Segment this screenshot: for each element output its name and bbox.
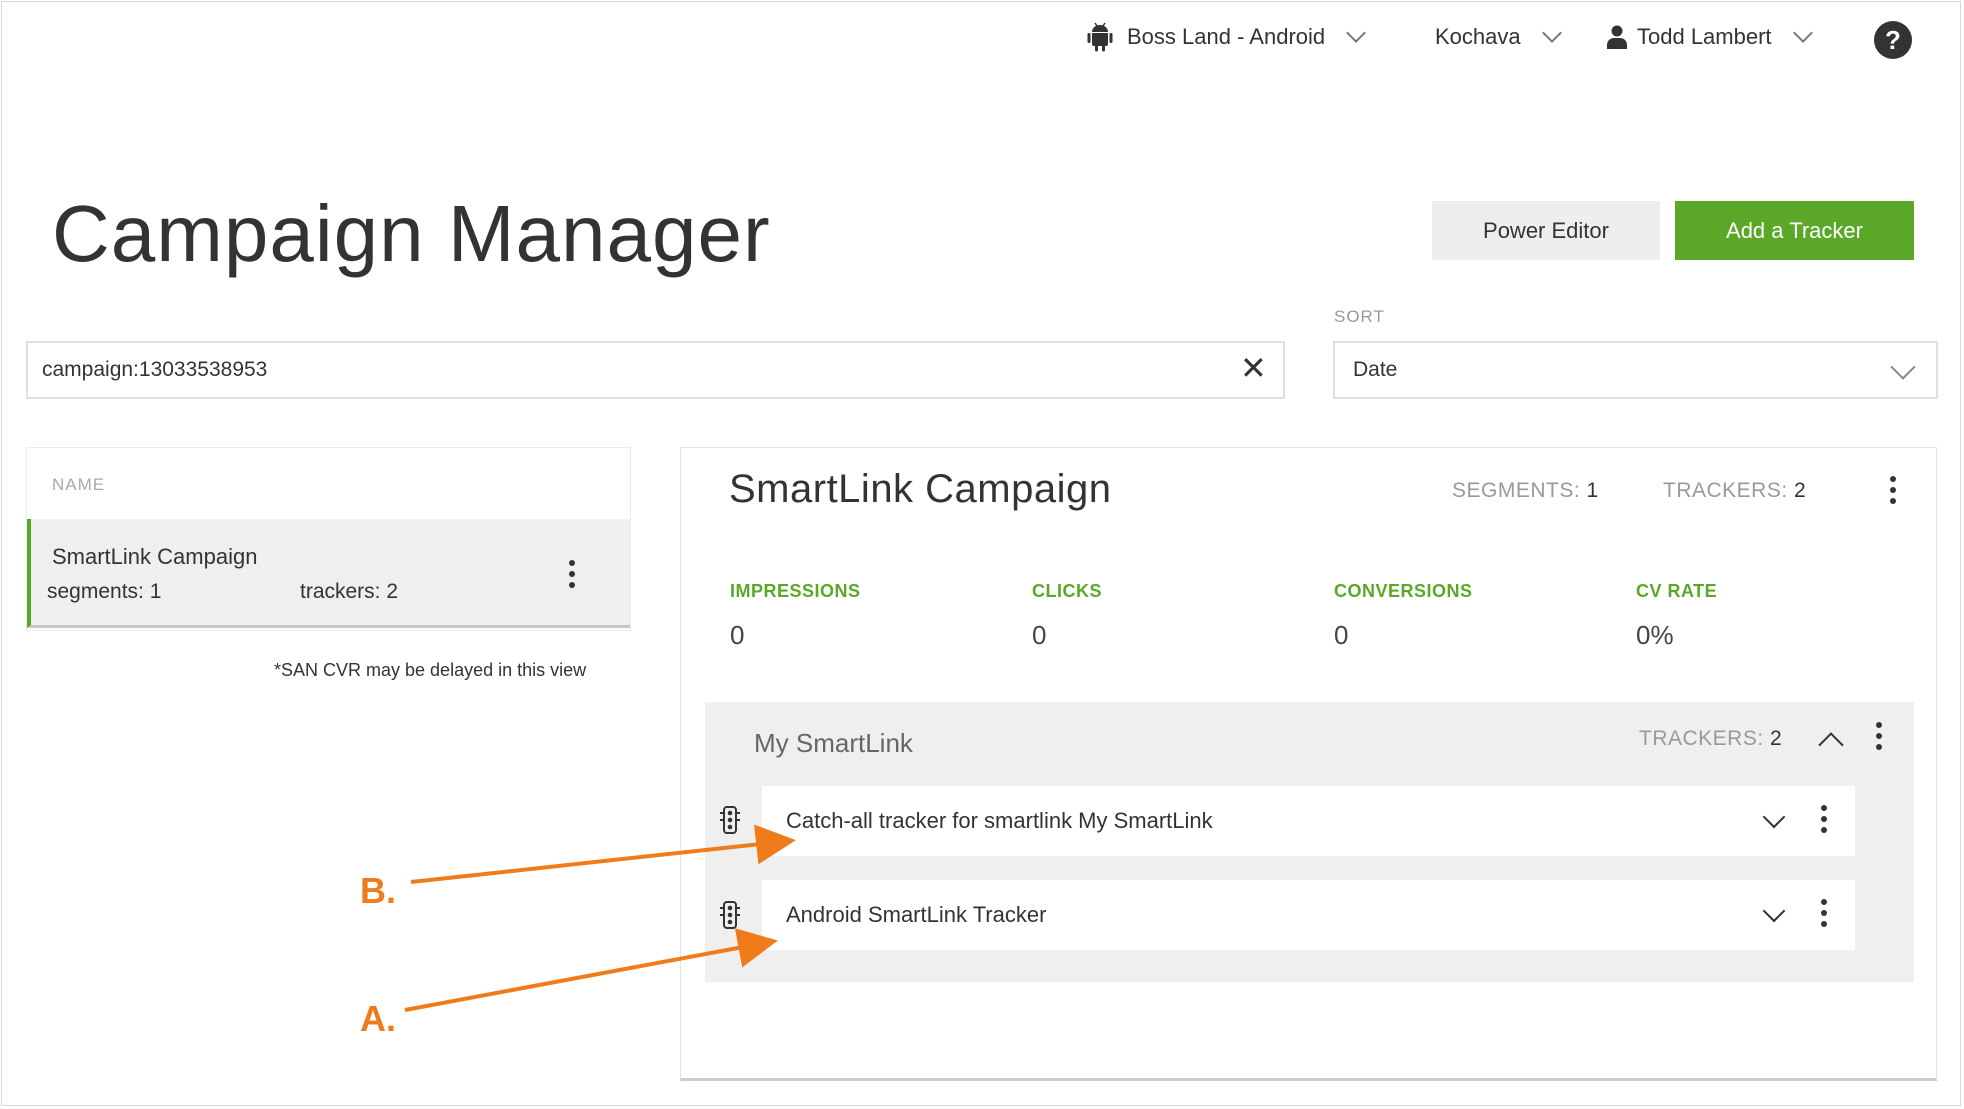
annotation-label-b: B. xyxy=(360,870,396,911)
arrow-a xyxy=(404,928,778,1012)
annotation-label-a: A. xyxy=(360,998,396,1039)
annotation-arrows xyxy=(404,824,796,1012)
arrow-b xyxy=(410,824,796,884)
